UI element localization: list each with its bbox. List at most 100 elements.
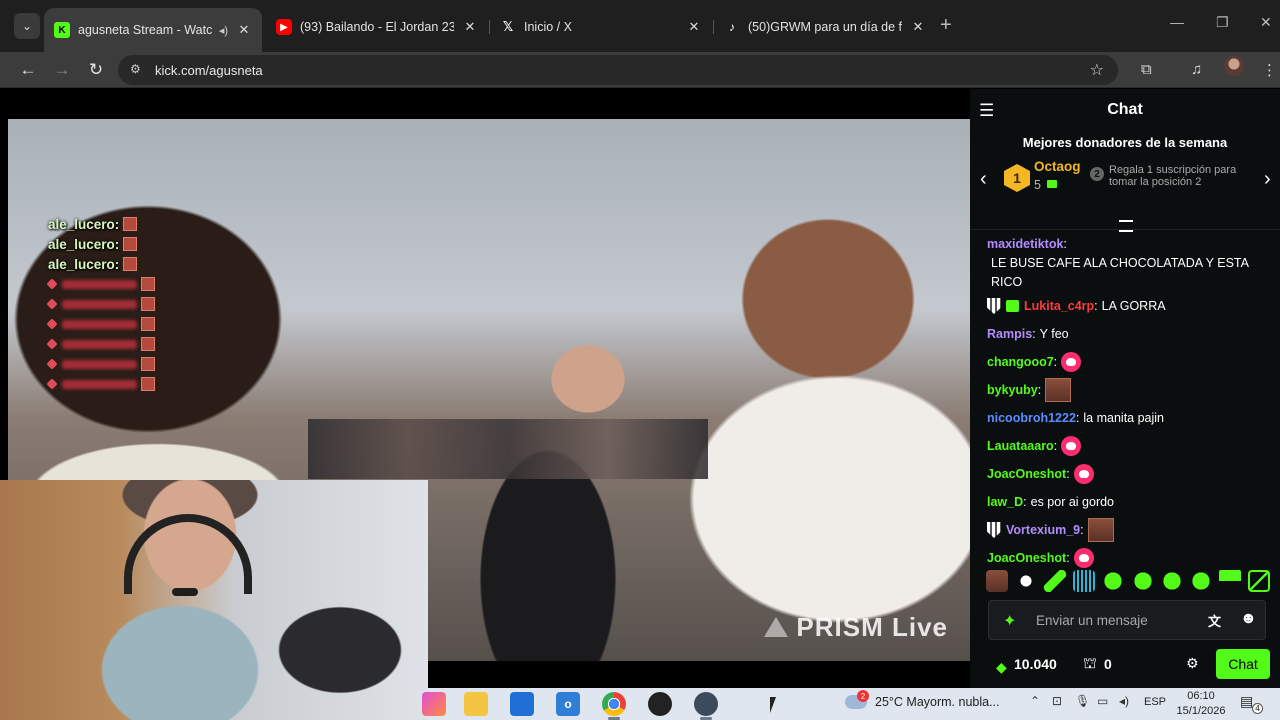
emote-smile-icon[interactable]	[1160, 570, 1183, 592]
chat-colon: :	[1094, 298, 1098, 313]
chat-username[interactable]: law_D	[987, 493, 1023, 512]
omnibox[interactable]: ⚙ kick.com/agusneta ☆	[118, 55, 1118, 85]
kicks-balance[interactable]: 10.040	[1014, 656, 1057, 672]
close-icon[interactable]: ✕	[462, 19, 478, 35]
obs-icon[interactable]	[648, 692, 672, 716]
heart-emote-icon	[1061, 352, 1082, 372]
chat-username[interactable]: Vortexium_9	[1006, 521, 1080, 540]
back-button[interactable]: ←	[16, 58, 40, 82]
donor-name[interactable]: Octaog	[1034, 159, 1081, 174]
overlay-line: ale_lucero:	[48, 214, 155, 234]
chat-colon: :	[1066, 466, 1070, 481]
emote-hat-icon[interactable]	[1218, 570, 1241, 592]
profile-avatar[interactable]	[1224, 56, 1244, 76]
minimize-icon[interactable]: —	[1170, 14, 1184, 30]
mouse-cursor-icon	[770, 697, 776, 713]
close-icon[interactable]: ✕	[686, 19, 702, 35]
emote-icon	[141, 317, 155, 331]
chevron-right-icon[interactable]: ›	[1264, 168, 1271, 191]
emote-icon	[141, 377, 155, 391]
send-chat-button[interactable]: Chat	[1216, 649, 1270, 679]
chat-input-placeholder[interactable]: Enviar un mensaje	[1036, 613, 1148, 628]
clock-date: 15/1/2026	[1176, 705, 1226, 717]
reload-button[interactable]: ↻	[84, 58, 108, 82]
media-control-icon[interactable]: ♫	[1191, 61, 1202, 78]
site-settings-icon[interactable]: ⚙	[130, 62, 141, 76]
emote-frog-icon[interactable]	[1131, 570, 1154, 592]
bookmark-star-icon[interactable]: ☆	[1090, 60, 1104, 80]
blurred-text	[62, 299, 137, 309]
tab-x[interactable]: 𝕏 Inicio / X ✕	[490, 10, 712, 44]
weather-badge: 2	[857, 690, 869, 702]
chat-username[interactable]: Lauataaaro	[987, 437, 1054, 456]
tab-tiktok[interactable]: ♪ (50)GRWM para un día de frío > ✕	[714, 10, 936, 44]
network-icon[interactable]: ▭	[1097, 694, 1108, 708]
chat-username[interactable]: JoacOneshot	[987, 465, 1066, 484]
gift-icon[interactable]: ⛫	[1083, 655, 1097, 674]
meet-now-icon[interactable]: ⊡	[1052, 694, 1062, 708]
streamer-webcam	[0, 480, 428, 720]
chevron-up-icon[interactable]: ⌃	[1030, 694, 1040, 708]
translate-icon[interactable]: 文	[1208, 611, 1221, 630]
restore-icon[interactable]: ❐	[1216, 14, 1229, 31]
chat-username[interactable]: maxidetiktok	[987, 235, 1063, 254]
chat-message: law_D: es por ai gordo	[970, 488, 1280, 516]
arrow-left-icon: ←	[19, 60, 37, 79]
gift-icon	[1047, 180, 1057, 188]
chat-colon: :	[1063, 237, 1067, 251]
kicks-icon: ◆	[996, 659, 1007, 675]
new-tab-button[interactable]: +	[940, 14, 952, 37]
language-indicator[interactable]: ESP	[1144, 696, 1166, 708]
app-icon[interactable]	[694, 692, 718, 716]
chat-username[interactable]: Lukita_c4rp	[1024, 297, 1094, 316]
outlook-icon[interactable]: o	[556, 692, 580, 716]
prism-live-watermark: PRISM Live	[764, 612, 948, 643]
close-icon[interactable]: ✕	[910, 19, 926, 35]
tab-strip: ⌄ K agusneta Stream - Watch L ◂) ✕ ▶ (93…	[0, 0, 1280, 52]
menu-kebab-icon[interactable]: ⋮	[1262, 61, 1277, 79]
emote-box-icon[interactable]	[1247, 570, 1270, 592]
emote-blob-icon[interactable]	[1102, 570, 1125, 592]
pinned-toggle-icon[interactable]	[1119, 220, 1133, 232]
chat-username[interactable]: changooo7	[987, 353, 1054, 372]
overlay-line-blurred	[46, 314, 155, 334]
volume-icon[interactable]: ◂)	[1119, 694, 1129, 708]
blurred-text	[62, 319, 137, 329]
watermark-text: PRISM Live	[796, 612, 948, 642]
emote-goose-icon[interactable]	[1015, 570, 1038, 592]
file-explorer-icon[interactable]	[464, 692, 488, 716]
extensions-icon[interactable]: ⧉	[1141, 61, 1152, 78]
chat-username[interactable]: JoacOneshot	[987, 549, 1066, 568]
tab-kick[interactable]: K agusneta Stream - Watch L ◂) ✕	[44, 8, 262, 52]
chat-message: Lauataaaro:	[970, 432, 1280, 460]
weather-text: 25°C Mayorm. nubla...	[875, 695, 1000, 709]
chevron-left-icon[interactable]: ‹	[980, 168, 987, 191]
chrome-icon[interactable]	[602, 692, 626, 716]
overlay-line: ale_lucero:	[48, 254, 155, 274]
emote-face-icon[interactable]	[986, 570, 1008, 592]
top-donors-carousel: ‹ 1 Octaog 5 2 Regala 1 suscripción para…	[970, 156, 1280, 210]
chat-username[interactable]: bykyuby	[987, 381, 1038, 400]
chat-username[interactable]: Rampis	[987, 325, 1032, 344]
emoji-icon[interactable]: ☻	[1240, 610, 1257, 628]
copilot-icon[interactable]	[422, 692, 446, 716]
tab-youtube[interactable]: ▶ (93) Bailando - El Jordan 23 / Sl ✕	[266, 10, 488, 44]
gift-count: 0	[1104, 656, 1112, 672]
system-clock[interactable]: 06:10 15/1/2026	[1176, 689, 1226, 719]
emote-cat-icon[interactable]	[1189, 570, 1212, 592]
close-window-icon[interactable]: ✕	[1260, 14, 1272, 31]
url-text[interactable]: kick.com/agusneta	[155, 63, 263, 78]
forward-button[interactable]: →	[50, 58, 74, 82]
emote-bars-icon[interactable]	[1073, 570, 1096, 592]
collapse-chat-icon[interactable]: ☰	[979, 101, 994, 121]
microphone-shape	[172, 588, 198, 596]
tab-search-button[interactable]: ⌄	[14, 13, 40, 39]
close-icon[interactable]: ✕	[236, 22, 252, 38]
emote-leaf-icon[interactable]	[1044, 570, 1067, 592]
chat-username[interactable]: nicoobroh1222	[987, 409, 1076, 428]
sparkle-icon[interactable]: ✦	[1003, 611, 1016, 631]
store-icon[interactable]	[510, 692, 534, 716]
gear-icon[interactable]: ⚙	[1186, 655, 1199, 672]
microphone-icon[interactable]: 🎙	[1075, 694, 1090, 708]
chat-input[interactable]: ✦ Enviar un mensaje 文 ☻	[988, 600, 1266, 640]
